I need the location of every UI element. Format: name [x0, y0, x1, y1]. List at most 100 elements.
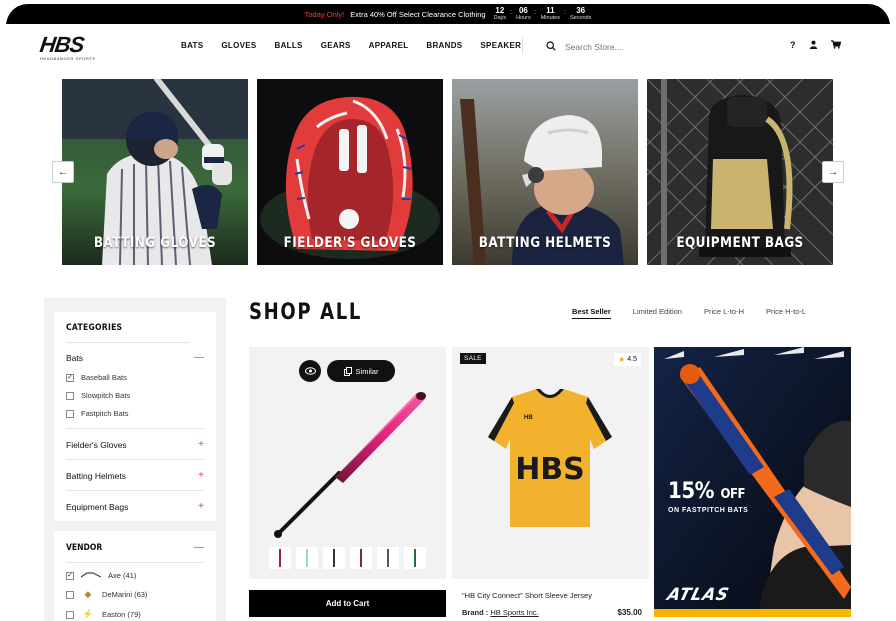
- filter-group-bats[interactable]: Bats —: [66, 343, 204, 369]
- bat-product-image: [274, 392, 426, 538]
- nav-item-brands[interactable]: BRANDS: [426, 41, 462, 50]
- filter-baseball-bats[interactable]: ✓ Baseball Bats: [66, 369, 204, 387]
- category-title: BATTING GLOVES: [93, 235, 217, 251]
- vendor-easton[interactable]: ⚡ Easton (79): [66, 605, 204, 621]
- countdown-timer: 12 Days : 06 Hours : 11 Minutes : 36 Seconds: [493, 5, 592, 21]
- countdown-hours: 06 Hours: [516, 5, 531, 21]
- vendor-axe[interactable]: ✓ Axe (41): [66, 563, 204, 585]
- product-name[interactable]: "HB City Connect" Short Sleeve Jersey: [462, 591, 642, 600]
- filter-group-batting-helmets[interactable]: Batting Helmets +: [66, 459, 204, 490]
- rating-badge: ★ 4.5: [614, 353, 641, 366]
- axe-logo-icon: [80, 571, 102, 580]
- thumbnail[interactable]: [269, 547, 291, 569]
- quick-view-button[interactable]: [299, 360, 321, 382]
- filter-slowpitch-bats[interactable]: Slowpitch Bats: [66, 387, 204, 405]
- product-thumbnails: [269, 547, 426, 569]
- vendor-heading: VENDOR: [66, 542, 103, 553]
- nav-item-speaker[interactable]: SPEAKER: [480, 41, 521, 50]
- brand-link[interactable]: HB Sports Inc.: [490, 608, 538, 617]
- promo-off: OFF: [720, 487, 746, 502]
- category-card-batting-helmets[interactable]: BATTING HELMETS: [452, 79, 638, 265]
- add-to-cart-button[interactable]: Add to Cart: [249, 590, 446, 617]
- filter-group-equipment-bags[interactable]: Equipment Bags +: [66, 490, 204, 521]
- svg-text:HB: HB: [524, 415, 533, 421]
- search-bar: [546, 38, 686, 56]
- checkbox[interactable]: [66, 590, 74, 599]
- sort-tabs: Best Seller Limited Edition Price L-to-H…: [572, 307, 806, 319]
- category-carousel: BATTING GLOVES FIELDER'S GLOVES BATTING …: [62, 79, 834, 266]
- site-header: HBS HEADBANGER SPORTS BATS GLOVES BALLS …: [6, 24, 890, 70]
- nav-divider: [522, 38, 523, 54]
- nav-item-apparel[interactable]: APPAREL: [369, 41, 409, 50]
- nav-item-balls[interactable]: BALLS: [275, 41, 303, 50]
- checkbox-checked[interactable]: ✓: [66, 373, 74, 382]
- nav-item-gloves[interactable]: GLOVES: [221, 41, 256, 50]
- promo-brand-logo: ATLAS: [664, 585, 732, 605]
- product-card-jersey[interactable]: SALE ★ 4.5 HBS HB: [452, 347, 649, 579]
- sort-price-low-high[interactable]: Price L-to-H: [704, 307, 744, 319]
- category-title: BATTING HELMETS: [478, 235, 612, 251]
- sort-price-high-low[interactable]: Price H-to-L: [766, 307, 806, 319]
- search-input[interactable]: [565, 42, 675, 52]
- nav-item-gears[interactable]: GEARS: [321, 41, 351, 50]
- copy-icon: [343, 366, 352, 376]
- plus-icon[interactable]: +: [198, 439, 204, 450]
- thumbnail[interactable]: [323, 547, 345, 569]
- carousel-prev-button[interactable]: ←: [52, 161, 74, 183]
- jersey-info: "HB City Connect" Short Sleeve Jersey Br…: [462, 591, 642, 617]
- carousel-next-button[interactable]: →: [822, 161, 844, 183]
- vendor-panel: VENDOR — ✓ Axe (41) ◆ DeMarini (63) ⚡ Ea…: [54, 531, 216, 621]
- category-title: FIELDER'S GLOVES: [283, 235, 417, 251]
- thumbnail[interactable]: [296, 547, 318, 569]
- nav-item-bats[interactable]: BATS: [181, 41, 203, 50]
- minus-icon[interactable]: —: [194, 542, 204, 553]
- jersey-product-image: HBS HB: [488, 389, 612, 527]
- promo-banner[interactable]: 15% OFF ON FASTPITCH BATS ATLAS: [654, 347, 851, 617]
- thumbnail[interactable]: [350, 547, 372, 569]
- plus-icon[interactable]: +: [198, 470, 204, 481]
- countdown-seconds: 36 Seconds: [569, 5, 592, 21]
- cart-icon[interactable]: [830, 40, 841, 51]
- countdown-minutes: 11 Minutes: [540, 5, 560, 21]
- vendor-demarini[interactable]: ◆ DeMarini (63): [66, 585, 204, 605]
- category-card-batting-gloves[interactable]: BATTING GLOVES: [62, 79, 248, 265]
- thumbnail[interactable]: [404, 547, 426, 569]
- product-price: $35.00: [617, 608, 642, 617]
- filter-sidebar: CATEGORIES Bats — ✓ Baseball Bats Slowpit…: [44, 298, 226, 621]
- vendor-heading-row[interactable]: VENDOR —: [66, 531, 204, 563]
- sort-limited-edition[interactable]: Limited Edition: [633, 307, 682, 319]
- countdown-days: 12 Days: [493, 5, 507, 21]
- header-icons: ?: [790, 40, 841, 51]
- eye-icon: [304, 367, 316, 375]
- checkbox[interactable]: [66, 391, 74, 400]
- account-icon[interactable]: [809, 40, 818, 51]
- category-card-equipment-bags[interactable]: EQUIPMENT BAGS: [647, 79, 833, 265]
- thumbnail[interactable]: [377, 547, 399, 569]
- star-icon: ★: [618, 355, 626, 364]
- checkbox[interactable]: [66, 409, 74, 418]
- category-card-fielders-gloves[interactable]: FIELDER'S GLOVES: [257, 79, 443, 265]
- checkbox[interactable]: [66, 610, 74, 619]
- product-card-bat[interactable]: Similar: [249, 347, 446, 579]
- product-brand: Brand : HB Sports Inc.: [462, 608, 539, 617]
- arrow-left-icon: ←: [58, 166, 68, 178]
- search-icon[interactable]: [546, 38, 556, 56]
- announcement-highlight: Today Only!: [304, 9, 345, 19]
- filter-group-fielders-gloves[interactable]: Fielder's Gloves +: [66, 428, 204, 459]
- help-icon[interactable]: ?: [790, 40, 796, 51]
- promo-percent: 15%: [668, 479, 715, 504]
- promo-text: 15% OFF ON FASTPITCH BATS: [668, 479, 754, 514]
- minus-icon[interactable]: —: [194, 352, 204, 363]
- demarini-logo-icon: ◆: [84, 589, 92, 599]
- main-nav: BATS GLOVES BALLS GEARS APPAREL BRANDS S…: [181, 41, 521, 50]
- filter-fastpitch-bats[interactable]: Fastpitch Bats: [66, 405, 204, 428]
- announcement-text: Extra 40% Off Select Clearance Clothing: [350, 9, 486, 19]
- jersey-text: HBS: [515, 452, 585, 487]
- plus-icon[interactable]: +: [198, 501, 204, 512]
- checkbox-checked[interactable]: ✓: [66, 571, 74, 580]
- categories-panel: CATEGORIES Bats — ✓ Baseball Bats Slowpit…: [54, 312, 216, 521]
- similar-button[interactable]: Similar: [327, 360, 395, 382]
- site-logo[interactable]: HBS HEADBANGER SPORTS: [38, 32, 110, 61]
- shop-all-title: SHOP ALL: [249, 300, 363, 325]
- sort-best-seller[interactable]: Best Seller: [572, 307, 611, 319]
